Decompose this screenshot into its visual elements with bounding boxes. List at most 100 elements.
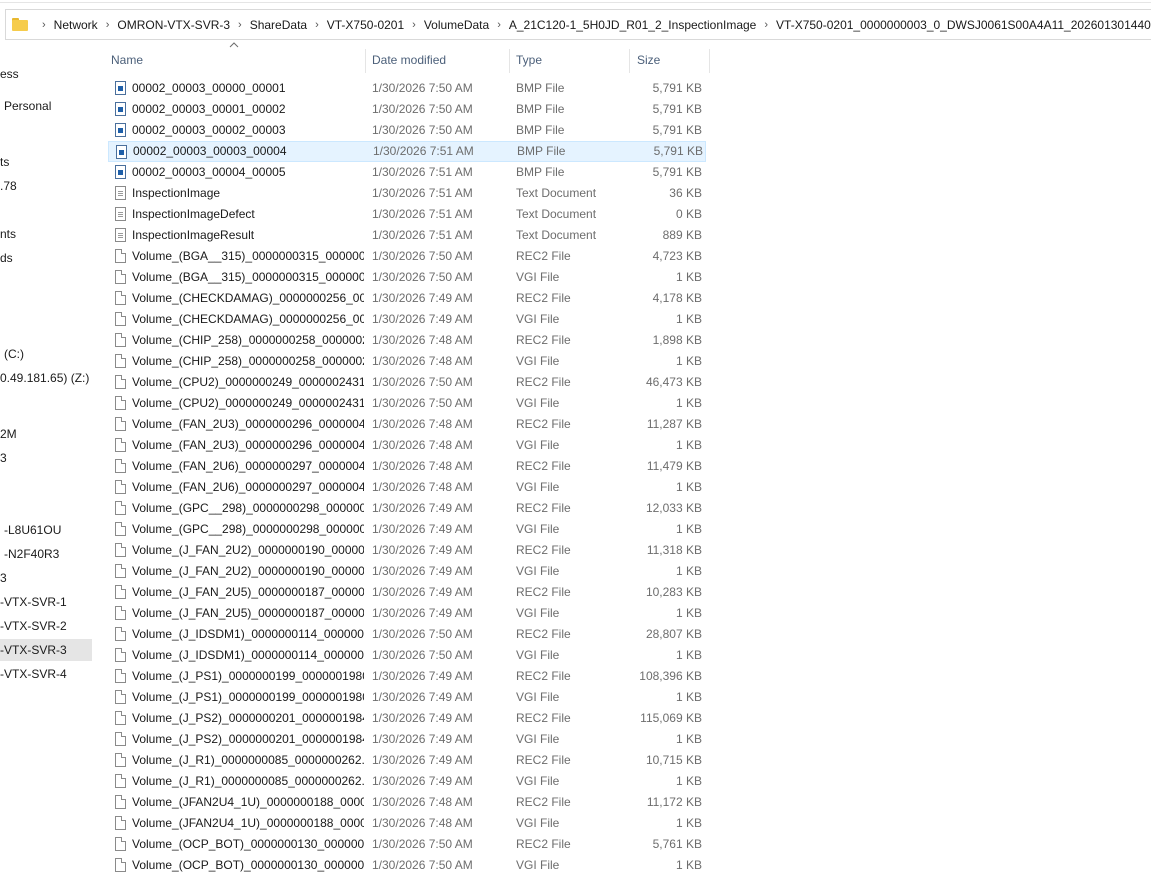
- file-row[interactable]: Volume_(CPU2)_0000000249_0000002431.... 1…: [108, 393, 706, 414]
- file-name: Volume_(BGA__315)_0000000315_0000005...: [132, 249, 364, 263]
- file-size: 1 KB: [675, 312, 702, 326]
- nav-item[interactable]: ds: [0, 247, 92, 269]
- file-type: REC2 File: [516, 837, 571, 851]
- breadcrumb-item[interactable]: OMRON-VTX-SVR-3: [117, 18, 230, 32]
- nav-item[interactable]: -N2F40R3: [0, 543, 92, 565]
- file-type: REC2 File: [516, 501, 571, 515]
- column-divider[interactable]: [709, 49, 710, 73]
- nav-item[interactable]: -VTX-SVR-4: [0, 663, 92, 685]
- file-row[interactable]: Volume_(CHECKDAMAG)_0000000256_00... 1/30…: [108, 288, 706, 309]
- file-size: 5,791 KB: [653, 144, 703, 158]
- file-row[interactable]: Volume_(J_PS1)_0000000199_0000001980... 1…: [108, 687, 706, 708]
- nav-item[interactable]: 2M: [0, 423, 92, 445]
- file-row[interactable]: Volume_(OCP_BOT)_0000000130_0000000... 1/…: [108, 834, 706, 855]
- file-size: 115,069 KB: [640, 711, 702, 725]
- breadcrumb-item[interactable]: VolumeData: [424, 18, 489, 32]
- nav-item[interactable]: nts: [0, 223, 92, 245]
- file-date-modified: 1/30/2026 7:49 AM: [372, 291, 473, 305]
- breadcrumb-item[interactable]: Network: [54, 18, 98, 32]
- file-row[interactable]: Volume_(CHIP_258)_0000000258_0000002... 1…: [108, 351, 706, 372]
- breadcrumb-chevron-icon[interactable]: ›: [764, 19, 768, 31]
- navigation-pane[interactable]: ess Personal ts .78 nts ds (C:) 0.49.181.65) (Z…: [0, 40, 92, 893]
- file-type: VGI File: [516, 648, 560, 662]
- nav-item[interactable]: ts: [0, 151, 92, 173]
- file-row[interactable]: InspectionImageResult 1/30/2026 7:51 AM Te…: [108, 225, 706, 246]
- file-row[interactable]: 00002_00003_00000_00001 1/30/2026 7:50 AM…: [108, 78, 706, 99]
- column-divider[interactable]: [629, 49, 630, 73]
- file-row[interactable]: Volume_(FAN_2U3)_0000000296_0000004... 1/…: [108, 435, 706, 456]
- file-row[interactable]: 00002_00003_00003_00004 1/30/2026 7:51 AM…: [108, 141, 706, 162]
- file-row[interactable]: Volume_(FAN_2U6)_0000000297_0000004... 1/…: [108, 456, 706, 477]
- file-row[interactable]: Volume_(J_PS2)_0000000201_0000001984... 1…: [108, 708, 706, 729]
- file-row[interactable]: Volume_(J_R1)_0000000085_0000000262.vgi 1…: [108, 771, 706, 792]
- file-row[interactable]: Volume_(J_PS1)_0000000199_0000001980... 1…: [108, 666, 706, 687]
- file-row[interactable]: Volume_(J_FAN_2U5)_0000000187_000000... 1…: [108, 603, 706, 624]
- file-size: 1 KB: [675, 732, 702, 746]
- blank-file-icon: [115, 711, 128, 726]
- file-date-modified: 1/30/2026 7:49 AM: [372, 774, 473, 788]
- file-date-modified: 1/30/2026 7:49 AM: [372, 753, 473, 767]
- file-row[interactable]: Volume_(JFAN2U4_1U)_0000000188_0000... 1/…: [108, 813, 706, 834]
- file-row[interactable]: Volume_(J_R1)_0000000085_0000000262.r...…: [108, 750, 706, 771]
- file-row[interactable]: Volume_(J_FAN_2U2)_0000000190_000000... 1…: [108, 540, 706, 561]
- file-row[interactable]: InspectionImageDefect 1/30/2026 7:51 AM Te…: [108, 204, 706, 225]
- file-row[interactable]: Volume_(CPU2)_0000000249_0000002431.... 1…: [108, 372, 706, 393]
- breadcrumb-chevron-icon[interactable]: ›: [315, 19, 319, 31]
- column-size[interactable]: Size: [637, 47, 660, 73]
- breadcrumb-chevron-icon[interactable]: ›: [42, 19, 46, 31]
- breadcrumb-chevron-icon[interactable]: ›: [497, 19, 501, 31]
- file-row[interactable]: 00002_00003_00001_00002 1/30/2026 7:50 AM…: [108, 99, 706, 120]
- file-row[interactable]: Volume_(FAN_2U3)_0000000296_0000004... 1/…: [108, 414, 706, 435]
- file-size: 4,178 KB: [652, 291, 702, 305]
- file-row[interactable]: Volume_(J_PS2)_0000000201_0000001984... 1…: [108, 729, 706, 750]
- file-row[interactable]: Volume_(GPC__298)_0000000298_0000004... 1…: [108, 498, 706, 519]
- nav-item[interactable]: -VTX-SVR-3: [0, 639, 92, 661]
- file-row[interactable]: Volume_(FAN_2U6)_0000000297_0000004... 1/…: [108, 477, 706, 498]
- nav-item[interactable]: Personal: [0, 95, 92, 117]
- breadcrumb-item[interactable]: VT-X750-0201_0000000003_0_DWSJ0061S00A4A…: [776, 18, 1151, 32]
- file-row[interactable]: Volume_(J_FAN_2U5)_0000000187_000000... 1…: [108, 582, 706, 603]
- file-row[interactable]: Volume_(CHIP_258)_0000000258_0000002... 1…: [108, 330, 706, 351]
- file-date-modified: 1/30/2026 7:49 AM: [372, 690, 473, 704]
- file-type: VGI File: [516, 690, 560, 704]
- file-row[interactable]: Volume_(GPC__298)_0000000298_0000004... 1…: [108, 519, 706, 540]
- file-name: Volume_(J_R1)_0000000085_0000000262.vgi: [132, 774, 364, 788]
- column-type[interactable]: Type: [516, 47, 542, 73]
- nav-item[interactable]: -VTX-SVR-2: [0, 615, 92, 637]
- nav-item[interactable]: ess: [0, 63, 92, 85]
- file-row[interactable]: Volume_(BGA__315)_0000000315_0000005... 1…: [108, 267, 706, 288]
- nav-item[interactable]: -L8U61OU: [0, 519, 92, 541]
- nav-item[interactable]: 3: [0, 447, 92, 469]
- file-row[interactable]: Volume_(OCP_BOT)_0000000130_0000000... 1/…: [108, 855, 706, 876]
- breadcrumb-chevron-icon[interactable]: ›: [238, 19, 242, 31]
- nav-item[interactable]: -VTX-SVR-1: [0, 591, 92, 613]
- nav-item-label: -VTX-SVR-3: [0, 643, 67, 657]
- column-divider[interactable]: [509, 49, 510, 73]
- nav-item[interactable]: 3: [0, 567, 92, 589]
- file-row[interactable]: Volume_(JFAN2U4_1U)_0000000188_0000... 1/…: [108, 792, 706, 813]
- blank-file-icon: [115, 753, 128, 768]
- column-date-modified[interactable]: Date modified: [372, 47, 446, 73]
- file-name: Volume_(CHECKDAMAG)_0000000256_00...: [132, 312, 364, 326]
- column-name[interactable]: Name: [111, 47, 143, 73]
- file-row[interactable]: 00002_00003_00004_00005 1/30/2026 7:51 AM…: [108, 162, 706, 183]
- nav-item[interactable]: (C:): [0, 343, 92, 365]
- breadcrumb-item[interactable]: ShareData: [250, 18, 307, 32]
- file-row[interactable]: Volume_(CHECKDAMAG)_0000000256_00... 1/30…: [108, 309, 706, 330]
- breadcrumb-item[interactable]: VT-X750-0201: [327, 18, 404, 32]
- breadcrumb-chevron-icon[interactable]: ›: [412, 19, 416, 31]
- file-row[interactable]: InspectionImage 1/30/2026 7:51 AM Text Doc…: [108, 183, 706, 204]
- file-row[interactable]: Volume_(J_FAN_2U2)_0000000190_000000... 1…: [108, 561, 706, 582]
- file-row[interactable]: Volume_(J_IDSDM1)_0000000114_0000000... 1…: [108, 645, 706, 666]
- file-row[interactable]: 00002_00003_00002_00003 1/30/2026 7:50 AM…: [108, 120, 706, 141]
- file-row[interactable]: Volume_(J_IDSDM1)_0000000114_0000000... 1…: [108, 624, 706, 645]
- nav-item-label: (C:): [4, 347, 24, 361]
- file-row[interactable]: Volume_(BGA__315)_0000000315_0000005... 1…: [108, 246, 706, 267]
- column-divider[interactable]: [365, 49, 366, 73]
- breadcrumb-chevron-icon[interactable]: ›: [106, 19, 110, 31]
- breadcrumb-item[interactable]: A_21C120-1_5H0JD_R01_2_InspectionImage: [509, 18, 757, 32]
- nav-item[interactable]: 0.49.181.65) (Z:): [0, 367, 92, 389]
- address-bar[interactable]: › Network › OMRON-VTX-SVR-3 › ShareData › VT-X7…: [5, 9, 1151, 40]
- nav-item-label: 3: [0, 451, 7, 465]
- nav-item[interactable]: .78: [0, 175, 92, 197]
